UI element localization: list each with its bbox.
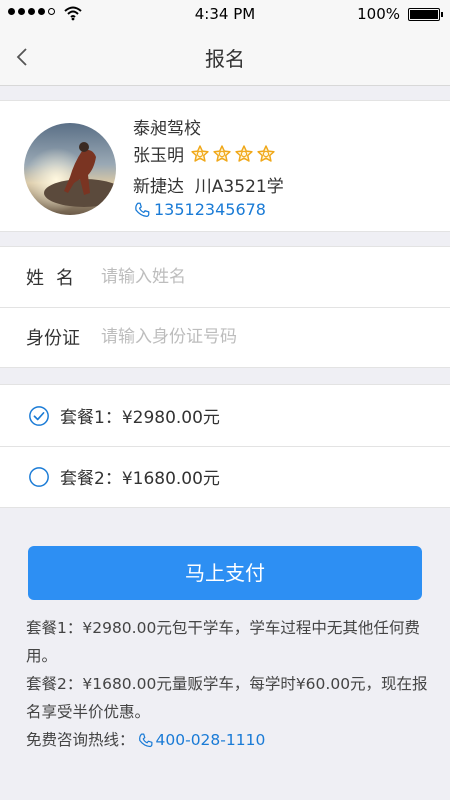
name-label: 姓名 — [26, 268, 86, 289]
page-title: 报名 — [205, 47, 245, 71]
radio-checked-icon — [29, 405, 49, 426]
star-icon — [257, 144, 275, 162]
coach-name: 张玉明 — [133, 146, 184, 166]
nav-bar: 报名 — [0, 28, 450, 86]
phone-icon — [138, 733, 152, 747]
hotline-link[interactable]: 400-028-1110 — [137, 726, 266, 754]
avatar — [24, 123, 116, 215]
phone-icon — [135, 202, 150, 217]
hotline-label: 免费咨询热线： — [26, 731, 135, 749]
id-label: 身份证 — [26, 328, 80, 349]
package-option-1[interactable]: 套餐1：¥2980.00元 — [0, 385, 450, 446]
pay-now-button[interactable]: 马上支付 — [28, 546, 422, 600]
coach-card: 泰昶驾校 张玉明 新捷达 川A3521学 13512345678 — [0, 100, 450, 232]
hotline-row: 免费咨询热线： 400-028-1110 — [26, 726, 432, 754]
hotline-number: 400-028-1110 — [155, 731, 266, 749]
id-row: 身份证 — [0, 307, 450, 367]
coach-phone-link[interactable]: 13512345678 — [133, 200, 266, 219]
registration-form: 姓名 身份证 — [0, 246, 450, 368]
name-row: 姓名 — [0, 247, 450, 307]
package-notes: 套餐1：¥2980.00元包干学车，学车过程中无其他任何费用。 套餐2：¥168… — [26, 614, 432, 754]
star-icon — [213, 144, 231, 162]
package-options: 套餐1：¥2980.00元 套餐2：¥1680.00元 — [0, 384, 450, 508]
driving-school-name: 泰昶驾校 — [133, 119, 201, 139]
coach-name-row: 张玉明 — [133, 141, 276, 166]
note-line-2: 套餐2：¥1680.00元量贩学车，每学时¥60.00元，现在报名享受半价优惠。 — [26, 675, 428, 721]
package-label: 套餐2：¥1680.00元 — [60, 469, 220, 489]
coach-phone-number: 13512345678 — [154, 200, 266, 219]
star-icon — [191, 144, 209, 162]
package-label: 套餐1：¥2980.00元 — [60, 408, 220, 428]
battery-percent: 100% — [357, 5, 400, 23]
rating-stars — [190, 144, 276, 164]
name-input[interactable] — [101, 267, 401, 287]
car-info: 新捷达 川A3521学 — [133, 177, 284, 197]
package-option-2[interactable]: 套餐2：¥1680.00元 — [0, 446, 450, 507]
radio-unchecked-icon — [29, 466, 49, 487]
status-bar: 4:34 PM 100% — [0, 0, 450, 28]
battery-icon — [408, 8, 443, 21]
star-icon — [235, 144, 253, 162]
note-line-1: 套餐1：¥2980.00元包干学车，学车过程中无其他任何费用。 — [26, 619, 420, 665]
id-number-input[interactable] — [101, 327, 401, 347]
